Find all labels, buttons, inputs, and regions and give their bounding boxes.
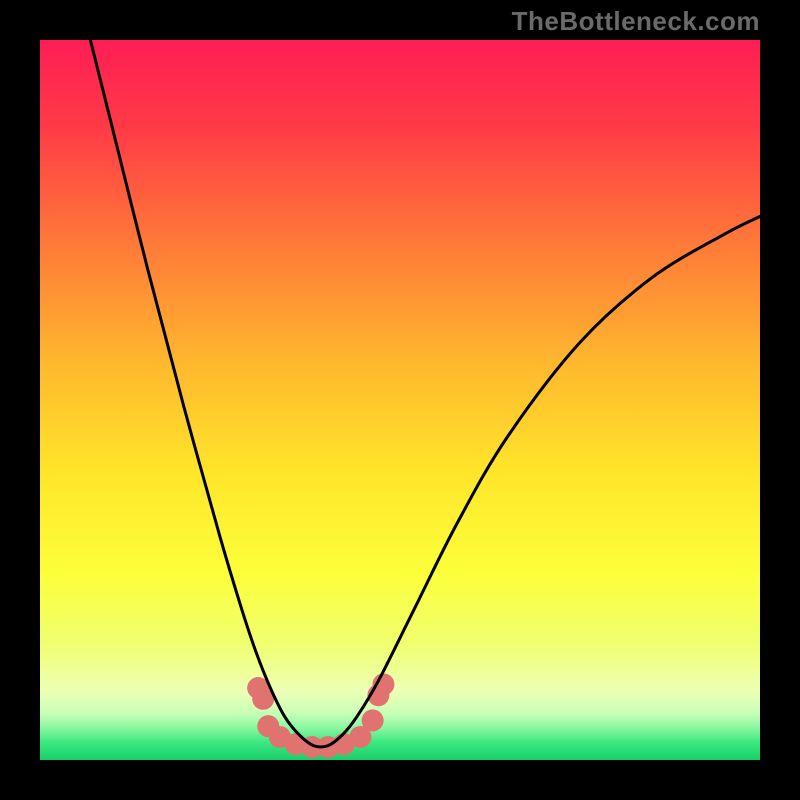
curve-marker [362,709,384,731]
watermark-label: TheBottleneck.com [512,6,760,37]
plot-area [40,40,760,760]
chart-frame: TheBottleneck.com [0,0,800,800]
curve-layer [40,40,760,760]
bottleneck-curve [90,40,760,747]
